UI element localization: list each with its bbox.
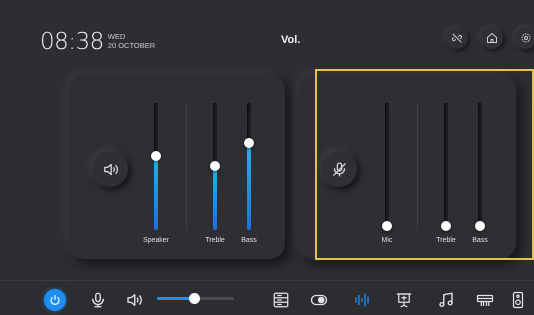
home-button[interactable]: [481, 27, 503, 49]
dock-presentation-button[interactable]: [394, 290, 414, 310]
presentation-icon: [396, 293, 412, 308]
dock-display-button[interactable]: [271, 290, 291, 310]
dock-equalizer-button[interactable]: [352, 290, 372, 310]
speaker-device-icon: [512, 291, 524, 309]
mic-icon: [92, 292, 104, 308]
dock-mic-button[interactable]: [88, 290, 108, 310]
mic-panel-highlight: [315, 69, 534, 260]
dock-music-button[interactable]: [436, 290, 456, 310]
toggle-icon: [310, 294, 328, 306]
equalizer-icon: [355, 293, 369, 307]
clock-day: 20 OCTOBER: [107, 41, 156, 50]
speaker-icon: [103, 163, 118, 175]
home-icon: [487, 33, 497, 43]
unlink-icon: [451, 33, 463, 43]
speaker-icon: [127, 294, 142, 306]
clock-weekday: WED: [107, 32, 126, 41]
settings-button[interactable]: [515, 27, 534, 49]
printer-icon: [476, 294, 494, 306]
speaker-bass-track[interactable]: [247, 103, 251, 230]
clock-date: WED 20 OCTOBER: [108, 32, 155, 50]
dock-speaker-device-button[interactable]: [508, 290, 528, 310]
power-button[interactable]: [44, 289, 66, 311]
speaker-slider-track[interactable]: [154, 103, 158, 230]
speaker-mute-button[interactable]: [92, 151, 128, 187]
speaker-bass-fill: [247, 146, 251, 230]
speaker-treble-knob[interactable]: [210, 161, 220, 171]
settings-icon: [521, 33, 531, 43]
volume-slider-knob[interactable]: [189, 293, 200, 304]
speaker-slider-label: Speaker: [142, 237, 170, 244]
speaker-bass-label: Bass: [241, 237, 257, 244]
music-icon: [439, 292, 453, 308]
speaker-bass-knob[interactable]: [244, 138, 254, 148]
power-icon: [50, 294, 60, 305]
unlink-button[interactable]: [446, 27, 468, 49]
display-source-icon: [273, 292, 289, 308]
clock-time: 08:38: [40, 29, 104, 55]
page-title: Vol.: [281, 34, 301, 46]
dock-printer-button[interactable]: [475, 290, 495, 310]
dock-speaker-button[interactable]: [124, 290, 144, 310]
panel-divider: [186, 103, 187, 230]
speaker-slider-knob[interactable]: [151, 151, 161, 161]
dock-toggle-button[interactable]: [309, 290, 329, 310]
speaker-slider-fill: [154, 156, 158, 230]
clock: 08:38 WED 20 OCTOBER: [40, 29, 155, 55]
speaker-treble-fill: [213, 168, 217, 230]
